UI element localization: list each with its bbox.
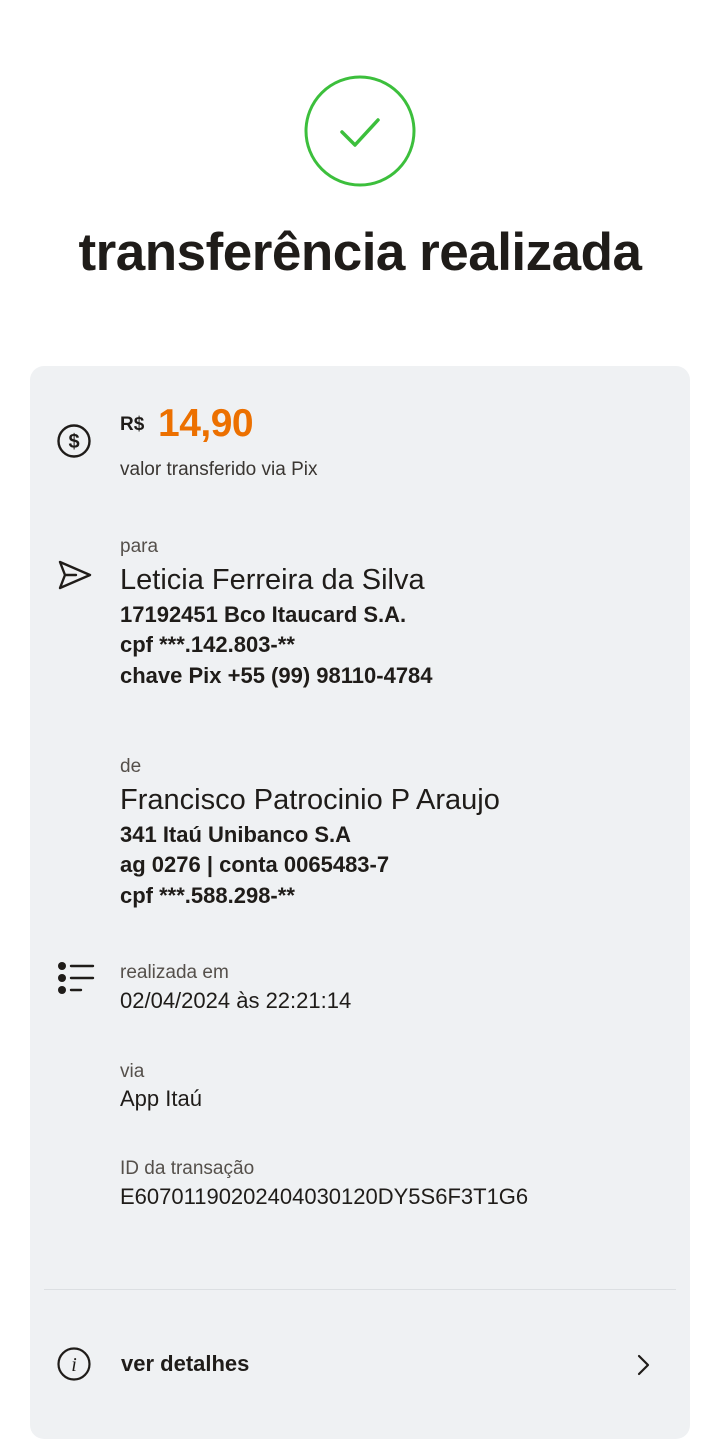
via-value: App Itaú	[120, 1086, 202, 1111]
recipient-bank: 17192451 Bco Itaucard S.A.	[120, 602, 407, 627]
recipient-name: Leticia Ferreira da Silva	[120, 564, 425, 596]
info-icon: i	[57, 1347, 91, 1381]
ver-detalhes-button[interactable]: i ver detalhes	[30, 1290, 690, 1439]
chevron-right-icon	[637, 1354, 650, 1376]
receipt-card: $ R$ 14,90 valor transferido via Pix par…	[30, 366, 690, 1439]
date-label: realizada em	[120, 962, 229, 983]
svg-text:i: i	[71, 1354, 77, 1376]
recipient-cpf: cpf ***.142.803-**	[120, 632, 295, 657]
svg-text:$: $	[68, 431, 79, 453]
date-value: 02/04/2024 às 22:21:14	[120, 988, 352, 1013]
via-label: via	[120, 1061, 145, 1082]
transaction-id-label: ID da transação	[120, 1158, 255, 1179]
amount-caption: valor transferido via Pix	[120, 459, 318, 480]
dollar-circle-icon: $	[57, 424, 91, 458]
recipient-label: para	[120, 536, 159, 557]
transfer-amount: 14,90	[158, 402, 254, 445]
sender-name: Francisco Patrocinio P Araujo	[120, 784, 500, 816]
sender-label: de	[120, 756, 142, 777]
sender-cpf: cpf ***.588.298-**	[120, 883, 295, 908]
transaction-id-value: E60701190202404030120DY5S6F3T1G6	[120, 1184, 529, 1209]
check-circle-icon	[304, 75, 416, 187]
list-icon	[58, 962, 95, 994]
recipient-pix-key: chave Pix +55 (99) 98110-4784	[120, 663, 433, 688]
sender-bank: 341 Itaú Unibanco S.A	[120, 822, 352, 847]
ver-detalhes-label: ver detalhes	[121, 1351, 250, 1376]
send-icon	[58, 560, 92, 590]
page-title: transferência realizada	[78, 223, 642, 282]
currency-symbol: R$	[120, 414, 145, 435]
sender-account: ag 0276 | conta 0065483-7	[120, 852, 390, 877]
